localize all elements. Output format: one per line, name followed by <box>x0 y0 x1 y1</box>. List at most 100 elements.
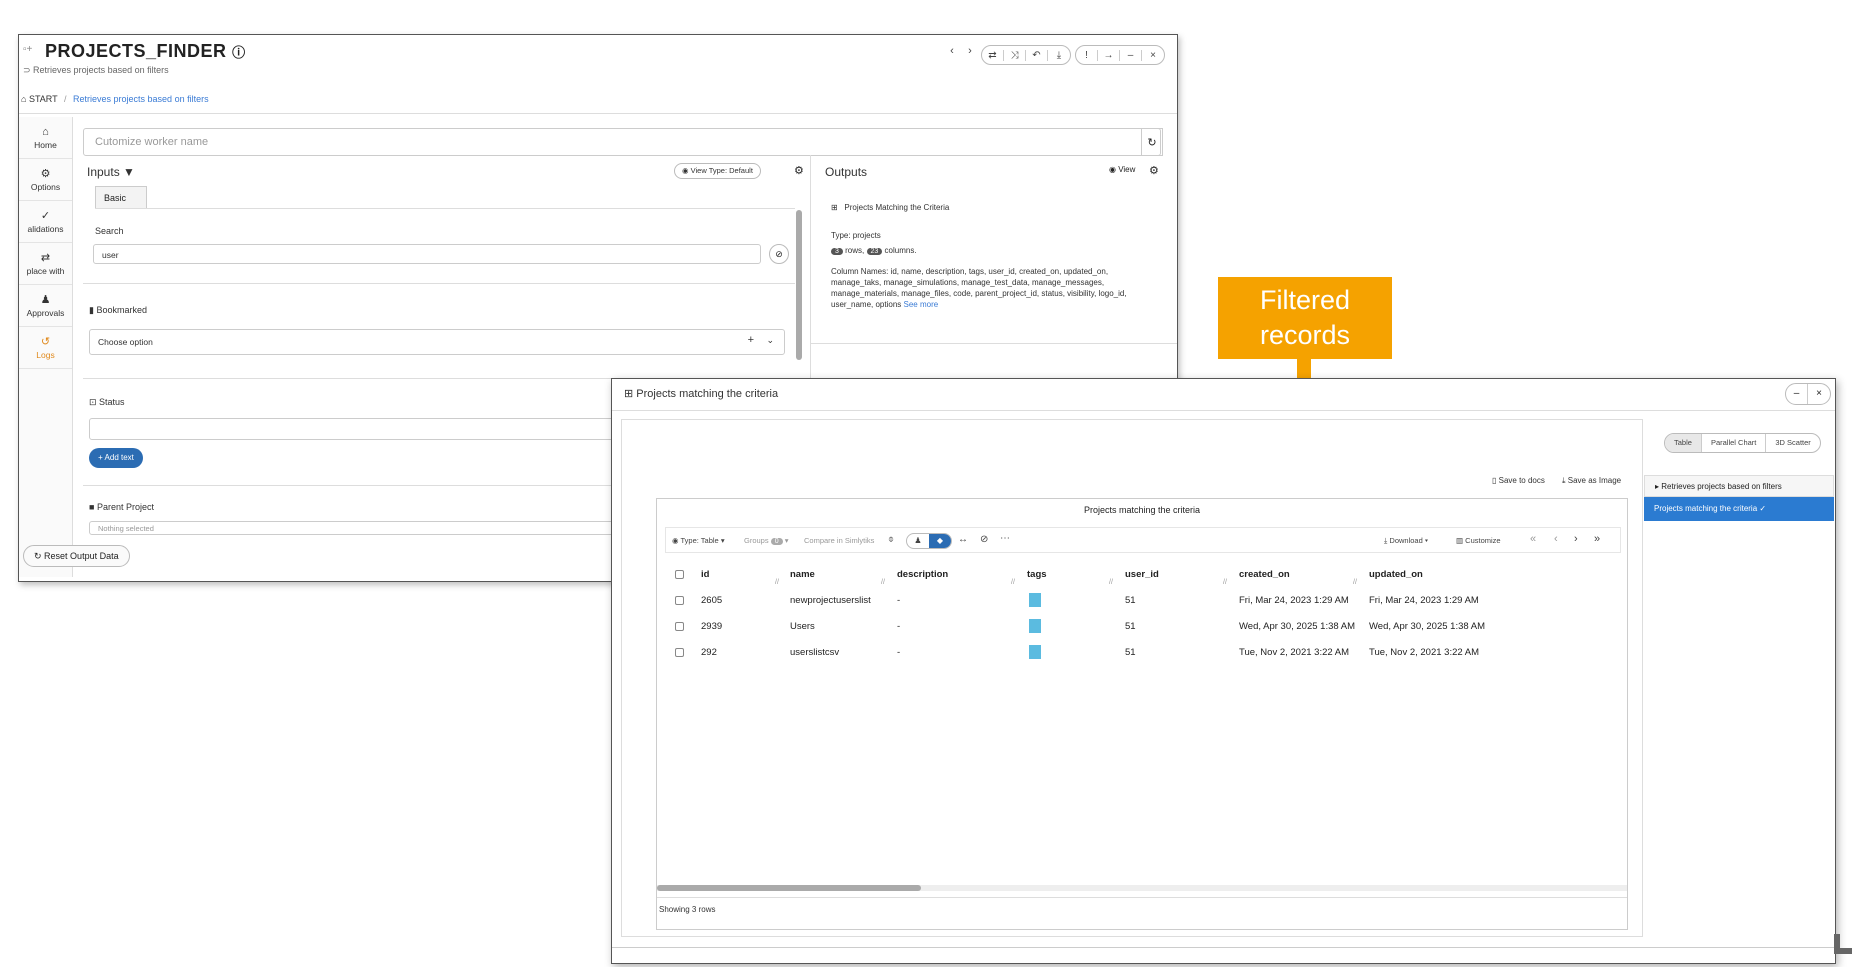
projects-matching-window: ⊞ Projects matching the criteria – × ▯ S… <box>611 378 1836 964</box>
search-input[interactable]: user <box>93 244 761 264</box>
download-button[interactable]: ⤓ Download ▾ <box>1384 536 1428 546</box>
nav-logs[interactable]: ↺ Logs <box>19 327 72 369</box>
resize-handle[interactable]: // <box>1223 579 1227 586</box>
divider <box>811 343 1177 344</box>
close-icon[interactable]: × <box>1142 50 1164 61</box>
save-icon: ▯ <box>1492 476 1499 485</box>
inputs-scrollbar[interactable] <box>796 210 802 360</box>
tag-icon[interactable]: ◆ <box>929 534 951 548</box>
tab-3d-scatter[interactable]: 3D Scatter <box>1766 434 1819 452</box>
more-icon[interactable]: ⋯ <box>1000 533 1010 544</box>
nav-validations-label: alidations <box>27 224 64 234</box>
row-checkbox[interactable] <box>675 596 684 605</box>
download-icon[interactable]: ⤓ <box>1048 50 1070 61</box>
info-icon[interactable]: ⓘ <box>232 45 246 60</box>
inputs-header[interactable]: Inputs ▼ <box>87 165 135 179</box>
status-input[interactable] <box>89 418 629 440</box>
undo-icon[interactable]: ↶ <box>1026 49 1048 61</box>
tag-chip[interactable] <box>1029 645 1041 659</box>
parent-project-select[interactable]: Nothing selected <box>89 521 629 535</box>
step-item-retrieves[interactable]: ▸ Retrieves projects based on filters <box>1644 475 1834 497</box>
type-dropdown[interactable]: ◉ Type: Table ▾ <box>672 536 725 545</box>
prev-arrow-icon[interactable]: ‹ <box>945 45 959 65</box>
person-icon[interactable]: ♟ <box>907 534 929 548</box>
add-text-button[interactable]: + Add text <box>89 448 143 468</box>
attach-icon[interactable]: ⊘ <box>769 244 789 264</box>
row-checkbox[interactable] <box>675 648 684 657</box>
link-icon[interactable]: ⊘ <box>980 534 988 545</box>
resize-handle[interactable]: // <box>1011 579 1015 586</box>
output-table-title[interactable]: ⊞ Projects Matching the Criteria <box>831 203 949 212</box>
save-as-image-button[interactable]: ⤓ Save as Image <box>1562 476 1621 486</box>
search-label: Search <box>95 226 124 236</box>
outputs-view-button[interactable]: ◉ View <box>1109 165 1135 174</box>
columns-icon: ▥ <box>1456 536 1466 545</box>
gear-icon[interactable]: ⚙ <box>794 164 804 177</box>
breadcrumb-start[interactable]: START <box>29 94 58 104</box>
header-description[interactable]: description <box>897 569 948 580</box>
tab-table[interactable]: Table <box>1665 434 1702 452</box>
filter-icon[interactable]: ⌽ <box>888 534 894 545</box>
next-page-icon[interactable]: › <box>1574 533 1578 545</box>
rows-badge: 3 <box>831 248 843 255</box>
horizontal-scrollbar-thumb[interactable] <box>657 885 921 891</box>
header-updated-on[interactable]: updated_on <box>1369 569 1423 580</box>
resize-handle[interactable]: // <box>1353 579 1357 586</box>
step-item-projects-matching[interactable]: Projects matching the criteria ✓ <box>1644 497 1834 521</box>
save-to-docs-button[interactable]: ▯ Save to docs <box>1492 476 1545 485</box>
tag-chip[interactable] <box>1029 619 1041 633</box>
groups-dropdown[interactable]: Groups 0 ▾ <box>744 536 788 545</box>
gear-icon[interactable]: ⚙ <box>1149 164 1159 177</box>
corner-decoration <box>1834 934 1852 954</box>
filtered-records-callout: Filtered records <box>1218 277 1392 359</box>
first-page-icon[interactable]: « <box>1530 533 1536 545</box>
home-icon[interactable]: ⌂ <box>21 94 26 104</box>
nav-validations[interactable]: ✓ alidations <box>19 201 72 243</box>
expand-icon[interactable]: ↔ <box>958 534 968 545</box>
page-title: PROJECTS_FINDER ⓘ <box>45 41 246 62</box>
nav-replace-with[interactable]: ⇄ place with <box>19 243 72 285</box>
resize-handle[interactable]: // <box>881 579 885 586</box>
resize-handle[interactable]: // <box>775 579 779 586</box>
nav-home[interactable]: ⌂ Home <box>19 117 72 159</box>
cell-id: 2939 <box>701 621 723 632</box>
outputs-header: Outputs <box>825 165 868 179</box>
worker-name-input[interactable]: Cutomize worker name <box>83 128 1161 156</box>
resize-handle[interactable]: // <box>1109 579 1113 586</box>
nav-options[interactable]: ⚙ Options <box>19 159 72 201</box>
header-tags[interactable]: tags <box>1027 569 1047 580</box>
expand-icon[interactable]: → <box>1098 49 1120 61</box>
breadcrumb-current[interactable]: Retrieves projects based on filters <box>73 94 209 104</box>
next-arrow-icon[interactable]: › <box>963 45 977 65</box>
bookmarked-select[interactable]: Choose option + ⌄ <box>89 329 785 355</box>
swap-icon[interactable]: ⇄ <box>982 49 1004 61</box>
select-all-checkbox[interactable] <box>675 570 684 579</box>
plus-icon[interactable]: + <box>748 334 754 346</box>
close-icon[interactable]: × <box>1808 384 1830 404</box>
shuffle-icon[interactable]: ⤨ <box>1004 49 1026 61</box>
nav-approvals[interactable]: ♟ Approvals <box>19 285 72 327</box>
header-user-id[interactable]: user_id <box>1125 569 1159 580</box>
tab-basic[interactable]: Basic <box>95 186 147 208</box>
refresh-icon[interactable]: ↻ <box>1141 128 1163 156</box>
checkbox-box <box>675 596 684 605</box>
cell-updated-on: Tue, Nov 2, 2021 3:22 AM <box>1369 647 1480 658</box>
last-page-icon[interactable]: » <box>1594 533 1600 545</box>
view-type-button[interactable]: ◉ View Type: Default <box>674 163 761 179</box>
tag-chip[interactable] <box>1029 593 1041 607</box>
alert-icon[interactable]: ! <box>1076 49 1098 61</box>
minimize-icon[interactable]: – <box>1120 49 1142 61</box>
minimize-icon[interactable]: – <box>1786 384 1808 404</box>
prev-page-icon[interactable]: ‹ <box>1554 533 1558 545</box>
tab-parallel-chart[interactable]: Parallel Chart <box>1702 434 1767 452</box>
see-more-link-b[interactable]: ee more <box>909 300 938 309</box>
chevron-down-icon[interactable]: ⌄ <box>766 335 774 346</box>
customize-button[interactable]: ▥ Customize <box>1456 536 1501 545</box>
header-created-on[interactable]: created_on <box>1239 569 1290 580</box>
header-name[interactable]: name <box>790 569 815 580</box>
row-checkbox[interactable] <box>675 622 684 631</box>
compare-button[interactable]: Compare in Simlytiks <box>804 536 874 545</box>
header-id[interactable]: id <box>701 569 709 580</box>
view-toggle[interactable]: ♟ ◆ <box>906 533 952 549</box>
reset-output-button[interactable]: ↻ Reset Output Data <box>23 545 130 567</box>
